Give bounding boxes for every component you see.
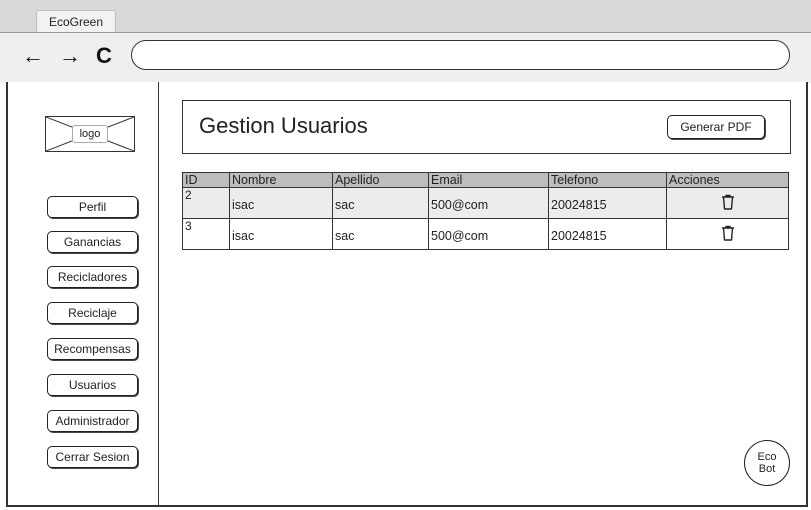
back-icon[interactable]: ← [22,41,44,71]
cell-apellido: sac [332,187,429,219]
row-apellido: sac [335,198,355,212]
row-id: 2 [185,188,192,202]
page-title: Gestion Usuarios [199,113,368,138]
generate-pdf-button[interactable]: Generar PDF [667,115,765,139]
users-table: ID Nombre Apellido Email Telefono Accion… [182,172,789,250]
trash-icon[interactable] [721,194,735,213]
cell-acciones [666,218,789,250]
reload-icon[interactable]: C [96,41,112,71]
table-header-row: ID Nombre Apellido Email Telefono Accion… [182,172,789,188]
sidebar: logo Perfil Ganancias Recicladores Recic… [8,82,159,505]
page-header: Gestion Usuarios Generar PDF [182,100,791,154]
sidebar-item-usuarios[interactable]: Usuarios [47,374,138,396]
forward-icon[interactable]: → [59,41,81,71]
ecobot-label-line2: Bot [758,463,776,475]
sidebar-item-reciclaje[interactable]: Reciclaje [47,302,138,324]
cell-email: 500@com [428,218,549,250]
sidebar-item-recompensas[interactable]: Recompensas [47,338,138,360]
cell-acciones [666,187,789,219]
cell-telefono: 20024815 [548,218,667,250]
row-email: 500@com [431,229,489,243]
logo: logo [45,116,135,152]
cell-nombre: isac [229,218,333,250]
cell-nombre: isac [229,187,333,219]
column-header-id: ID [182,172,230,188]
column-header-telefono: Telefono [548,172,667,188]
logo-label: logo [72,125,108,143]
row-email: 500@com [431,198,489,212]
row-id: 3 [185,219,192,233]
column-header-apellido: Apellido [332,172,429,188]
page-frame: logo Perfil Ganancias Recicladores Recic… [6,82,808,507]
column-header-email: Email [428,172,549,188]
cell-id: 3 [182,218,230,250]
trash-icon[interactable] [721,225,735,244]
column-header-acciones: Acciones [666,172,789,188]
sidebar-item-cerrar-sesion[interactable]: Cerrar Sesion [47,446,138,468]
browser-tab[interactable]: EcoGreen [36,10,116,33]
table-row: 3 isac sac 500@com 20024815 [182,218,789,250]
row-nombre: isac [232,198,255,212]
ecobot-label-line1: Eco [757,451,777,463]
sidebar-item-perfil[interactable]: Perfil [47,196,138,218]
cell-apellido: sac [332,218,429,250]
sidebar-item-recicladores[interactable]: Recicladores [47,266,138,288]
row-telefono: 20024815 [551,198,607,212]
row-apellido: sac [335,229,355,243]
cell-email: 500@com [428,187,549,219]
sidebar-item-administrador[interactable]: Administrador [47,410,138,432]
sidebar-item-ganancias[interactable]: Ganancias [47,231,138,253]
row-telefono: 20024815 [551,229,607,243]
table-row: 2 isac sac 500@com 20024815 [182,187,789,219]
address-bar[interactable] [131,40,790,70]
cell-id: 2 [182,187,230,219]
ecobot-chat-button[interactable]: Eco Bot [744,440,790,486]
row-nombre: isac [232,229,255,243]
column-header-nombre: Nombre [229,172,333,188]
cell-telefono: 20024815 [548,187,667,219]
